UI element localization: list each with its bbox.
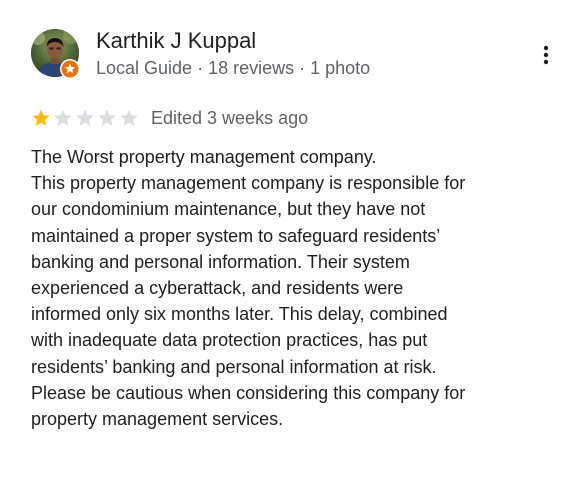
review-line: banking and personal information. Their …: [31, 251, 410, 272]
review-line: with inadequate data protection practice…: [31, 330, 428, 351]
star-empty-icon: [54, 109, 72, 126]
review-card: Karthik J Kuppal Local Guide · 18 review…: [0, 0, 586, 492]
review-line: property management services.: [31, 409, 284, 430]
edited-timestamp: Edited 3 weeks ago: [151, 108, 309, 128]
star-filled-icon: [32, 109, 50, 126]
star-empty-icon: [98, 109, 116, 126]
review-line: maintained a proper system to safeguard …: [31, 225, 441, 246]
review-line: This property management company is resp…: [31, 173, 466, 194]
rating-row: Edited 3 weeks ago: [31, 106, 308, 130]
review-line: residents’ banking and personal informat…: [31, 356, 437, 377]
more-vertical-icon: [543, 45, 549, 65]
star-empty-icon: [120, 109, 138, 126]
local-guide-star-icon: [61, 60, 79, 78]
reviewer-meta[interactable]: Local Guide · 18 reviews · 1 photo: [96, 57, 370, 79]
review-text: The Worst property management company. Th…: [31, 144, 576, 432]
review-line: experienced a cyberattack, and residents…: [31, 278, 404, 299]
reviewer-name[interactable]: Karthik J Kuppal: [96, 28, 256, 54]
reviewer-avatar[interactable]: [31, 29, 80, 79]
star-rating: [31, 108, 139, 128]
star-empty-icon: [76, 109, 94, 126]
local-guide-badge: [60, 59, 80, 79]
review-line: informed only six months later. This del…: [31, 304, 448, 325]
review-line: The Worst property management company.: [31, 147, 377, 167]
review-line: our condominium maintenance, but they ha…: [31, 199, 426, 220]
more-options-button[interactable]: [534, 40, 558, 70]
review-line: Please be cautious when considering this…: [31, 382, 466, 403]
